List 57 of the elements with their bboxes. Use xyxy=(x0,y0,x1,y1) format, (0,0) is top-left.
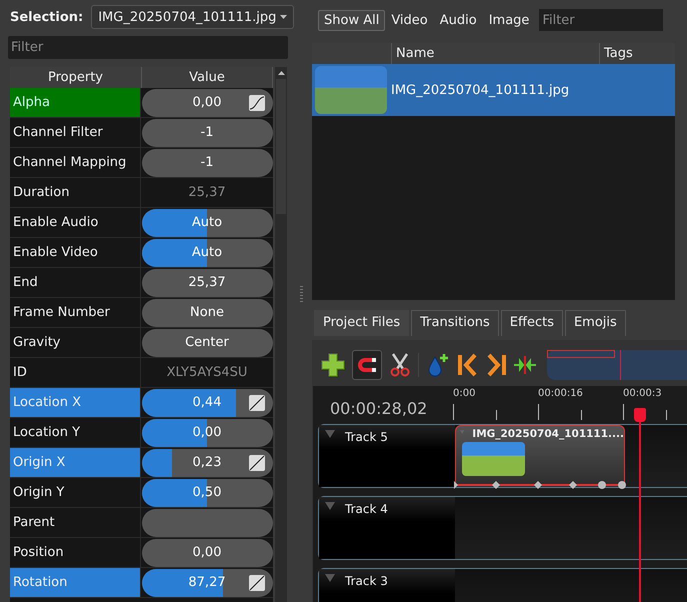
clip-title: IMG_20250704_101111.... xyxy=(472,428,624,440)
track-name: Track 5 xyxy=(345,430,388,444)
selection-label: Selection: xyxy=(10,10,84,24)
property-name: Enable Video xyxy=(10,238,141,267)
property-value: XLY5AYS4SU xyxy=(166,365,248,380)
value-field[interactable]: 0,00 xyxy=(142,88,272,116)
property-value: 25,37 xyxy=(188,185,226,200)
property-name: Parent xyxy=(10,508,141,537)
property-name: Origin X xyxy=(10,448,141,477)
ruler-label: 0:00 xyxy=(453,388,476,399)
value-slider[interactable]: 0,00 xyxy=(142,418,272,446)
property-name: Location Y xyxy=(10,418,141,447)
track-name: Track 4 xyxy=(345,502,388,516)
tab[interactable]: Effects xyxy=(500,310,563,336)
value-slider[interactable]: 0,23 xyxy=(142,448,272,476)
tab[interactable]: Transitions xyxy=(411,310,499,336)
value-field[interactable]: -1 xyxy=(142,118,272,146)
property-name: End xyxy=(10,268,141,297)
track[interactable]: Track 3 xyxy=(318,568,687,602)
value-field[interactable]: -1 xyxy=(142,148,272,176)
tab[interactable]: Project Files xyxy=(314,310,410,336)
filter-button[interactable]: Video xyxy=(385,10,434,30)
property-name: Channel Mapping xyxy=(10,148,141,177)
value-field[interactable]: None xyxy=(142,298,272,326)
track[interactable]: Track 5 IMG_20250704_101111.... xyxy=(318,424,687,488)
filter-button[interactable]: Show All xyxy=(318,10,386,30)
property-name: Location X xyxy=(10,388,141,417)
property-name: Alpha xyxy=(10,88,141,117)
column-header[interactable]: Value xyxy=(142,67,273,88)
property-name: Position xyxy=(10,538,141,567)
current-time: 00:00:28,02 xyxy=(329,398,428,420)
value-field[interactable]: 0,00 xyxy=(142,538,272,566)
property-name: Frame Number xyxy=(10,298,141,327)
tab[interactable]: Emojis xyxy=(564,310,626,336)
property-name: Gravity xyxy=(10,328,141,357)
property-name: Origin Y xyxy=(10,478,141,507)
ruler-label: 00:00:16 xyxy=(538,388,583,399)
value-slider[interactable]: 0,44 xyxy=(142,388,272,416)
filter-button[interactable]: Image xyxy=(482,10,536,30)
property-name: Rotation xyxy=(10,568,141,597)
clip[interactable]: IMG_20250704_101111.... xyxy=(455,425,625,487)
column-header[interactable]: Tags xyxy=(600,43,675,64)
value-field[interactable]: Center xyxy=(142,328,272,356)
value-field[interactable]: 25,37 xyxy=(142,268,272,296)
filter-button[interactable]: Audio xyxy=(434,10,483,30)
property-name: Enable Audio xyxy=(10,208,141,237)
file-row[interactable]: IMG_20250704_101111.jpg xyxy=(312,64,675,116)
ruler-label: 00:00:3 xyxy=(623,388,662,399)
value-slider[interactable]: 0,50 xyxy=(142,478,272,506)
filter-field[interactable]: Filter xyxy=(539,9,664,31)
selection-dropdown[interactable]: IMG_20250704_101111.jpg xyxy=(91,5,294,29)
property-name: Duration xyxy=(10,178,141,207)
track-name: Track 3 xyxy=(345,574,388,588)
track[interactable]: Track 4 xyxy=(318,496,687,560)
property-name: Channel Filter xyxy=(10,118,141,147)
filter-field[interactable]: Filter xyxy=(8,36,288,59)
property-name: ID xyxy=(10,358,141,387)
